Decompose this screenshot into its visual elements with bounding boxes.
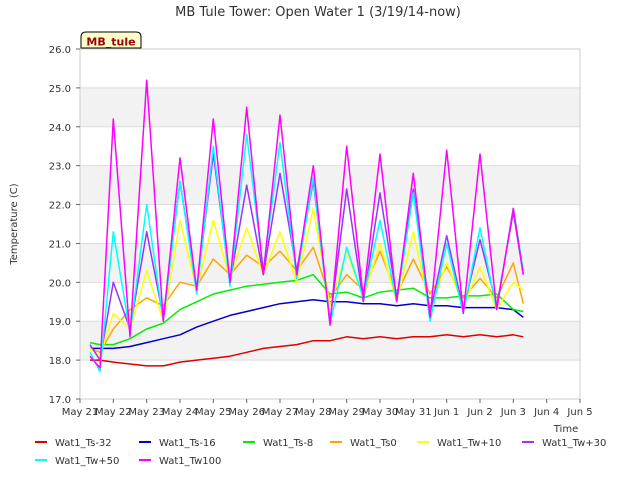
legend-label: Wat1_Ts-32 bbox=[55, 438, 112, 449]
legend-item: Wat1_Tw+30 bbox=[522, 438, 606, 449]
x-tick-label: May 27 bbox=[262, 407, 299, 418]
legend-item: Wat1_Tw+10 bbox=[417, 438, 501, 449]
y-tick-label: 21.0 bbox=[49, 239, 71, 250]
site-label: MB_tule bbox=[86, 36, 135, 49]
y-tick-label: 19.0 bbox=[49, 317, 71, 328]
chart-title: MB Tule Tower: Open Water 1 (3/19/14-now… bbox=[175, 5, 461, 20]
x-tick-label: May 24 bbox=[162, 407, 199, 418]
legend-item: Wat1_Ts0 bbox=[330, 438, 397, 449]
legend-item: Wat1_Ts-8 bbox=[243, 438, 313, 449]
x-tick-label: May 21 bbox=[62, 407, 99, 418]
legend-item: Wat1_Ts-32 bbox=[35, 438, 112, 449]
x-tick-label: Jun 2 bbox=[466, 407, 492, 418]
x-tick-label: May 25 bbox=[195, 407, 232, 418]
x-tick-label: Jun 3 bbox=[500, 407, 526, 418]
y-axis-label: Temperature (C) bbox=[9, 183, 20, 265]
legend-item: Wat1_Ts-16 bbox=[139, 438, 216, 449]
y-tick-label: 25.0 bbox=[49, 84, 71, 95]
legend-label: Wat1_Tw+30 bbox=[542, 438, 606, 449]
site-label-badge: MB_tule bbox=[80, 31, 142, 49]
legend-label: Wat1_Tw+50 bbox=[55, 456, 119, 467]
legend-label: Wat1_Ts-8 bbox=[263, 438, 313, 449]
legend-item: Wat1_Tw100 bbox=[139, 456, 221, 467]
y-tick-label: 23.0 bbox=[49, 162, 71, 173]
legend: Wat1_Ts-32 Wat1_Ts-16 Wat1_Ts-8 Wat1_Ts0 Wat… bbox=[35, 438, 606, 467]
y-tick-label: 24.0 bbox=[49, 123, 71, 134]
x-tick-label: May 26 bbox=[228, 407, 265, 418]
chart-svg: 17.0 18.0 19.0 20.0 21.0 22.0 23.0 24.0 25.0 26.0… bbox=[9, 5, 606, 467]
x-tick-label: May 30 bbox=[362, 407, 399, 418]
legend-item: Wat1_Tw+50 bbox=[35, 456, 119, 467]
y-tick-label: 20.0 bbox=[49, 278, 71, 289]
y-tick-label: 17.0 bbox=[49, 395, 71, 406]
y-tick-label: 22.0 bbox=[49, 201, 71, 212]
background-band bbox=[80, 87, 580, 127]
x-tick-label: Jun 5 bbox=[566, 407, 592, 418]
legend-label: Wat1_Ts-16 bbox=[159, 438, 216, 449]
x-tick-label: Jun 4 bbox=[533, 407, 559, 418]
x-tick-label: May 22 bbox=[95, 407, 132, 418]
x-tick-label: May 28 bbox=[295, 407, 332, 418]
x-tick-label: May 31 bbox=[395, 407, 432, 418]
x-tick-label: Jun 1 bbox=[433, 407, 459, 418]
chart: 17.0 18.0 19.0 20.0 21.0 22.0 23.0 24.0 25.0 26.0… bbox=[0, 0, 640, 480]
legend-label: Wat1_Tw100 bbox=[159, 456, 221, 467]
x-axis-label: Time bbox=[553, 424, 578, 435]
y-tick-label: 18.0 bbox=[49, 356, 71, 367]
y-tick-label: 26.0 bbox=[49, 45, 71, 56]
x-tick-label: May 29 bbox=[328, 407, 365, 418]
legend-label: Wat1_Ts0 bbox=[350, 438, 397, 449]
x-tick-label: May 23 bbox=[128, 407, 165, 418]
legend-label: Wat1_Tw+10 bbox=[437, 438, 501, 449]
